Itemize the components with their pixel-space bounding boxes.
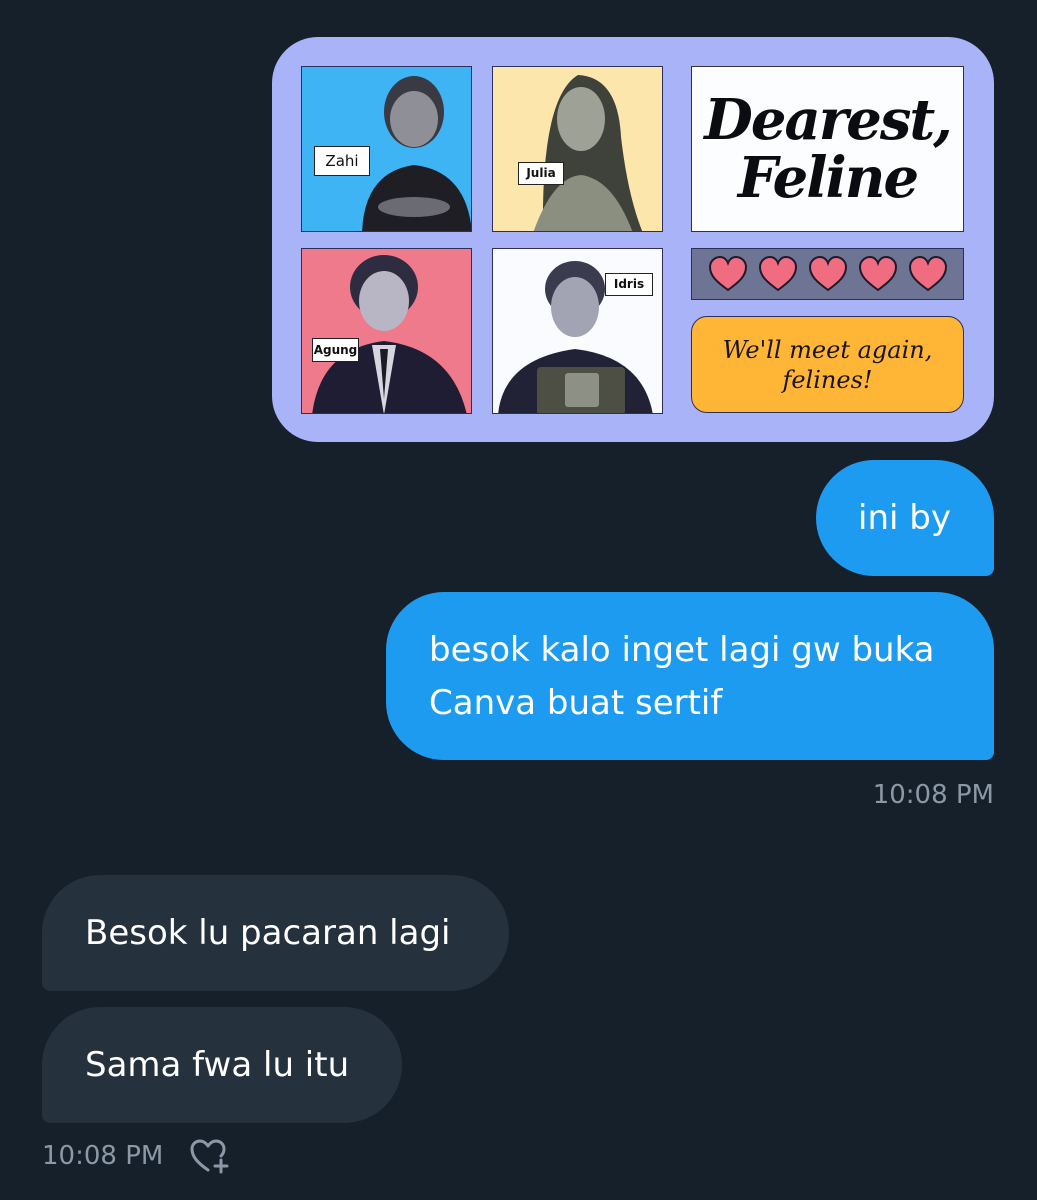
heart-icon (808, 255, 847, 292)
message-text: ini by (858, 498, 951, 538)
sent-message-bubble[interactable]: besok kalo inget lagi gw buka Canva buat… (386, 592, 994, 760)
received-message-bubble[interactable]: Besok lu pacaran lagi (42, 875, 509, 991)
message-text-line: besok kalo inget lagi gw buka (429, 630, 935, 670)
heart-icon (858, 255, 897, 292)
person-silhouette-icon (533, 75, 643, 231)
heart-icon (908, 255, 947, 292)
photo-julia: Julia (492, 66, 663, 232)
photo-idris: Idris (492, 248, 663, 414)
meet-line-1: We'll meet again, (722, 335, 933, 364)
person-silhouette-icon (312, 255, 467, 413)
meet-again-box: We'll meet again, felines! (691, 316, 964, 413)
title-line-1: Dearest, (704, 87, 952, 153)
photo-zahi: Zahi (301, 66, 472, 232)
message-text: Sama fwa lu itu (85, 1045, 350, 1085)
sent-timestamp: 10:08 PM (872, 780, 994, 810)
title-box: Dearest, Feline (691, 66, 964, 232)
message-text: Besok lu pacaran lagi (85, 913, 451, 953)
heart-icon (708, 255, 747, 292)
meet-line-2: felines! (782, 365, 873, 394)
received-timestamp: 10:08 PM (42, 1141, 164, 1171)
nametag-idris: Idris (605, 273, 653, 296)
photo-agung: Agung (301, 248, 472, 414)
received-message-bubble[interactable]: Sama fwa lu itu (42, 1007, 402, 1123)
heart-icon (758, 255, 797, 292)
message-text-line: Canva buat sertif (429, 683, 723, 723)
sent-message-bubble[interactable]: ini by (816, 460, 994, 576)
title-line-2: Feline (737, 145, 919, 211)
heart-plus-icon[interactable] (188, 1136, 232, 1176)
nametag-julia: Julia (518, 162, 564, 185)
nametag-zahi: Zahi (314, 146, 370, 176)
nametag-agung: Agung (312, 338, 359, 362)
hearts-strip (691, 248, 964, 300)
